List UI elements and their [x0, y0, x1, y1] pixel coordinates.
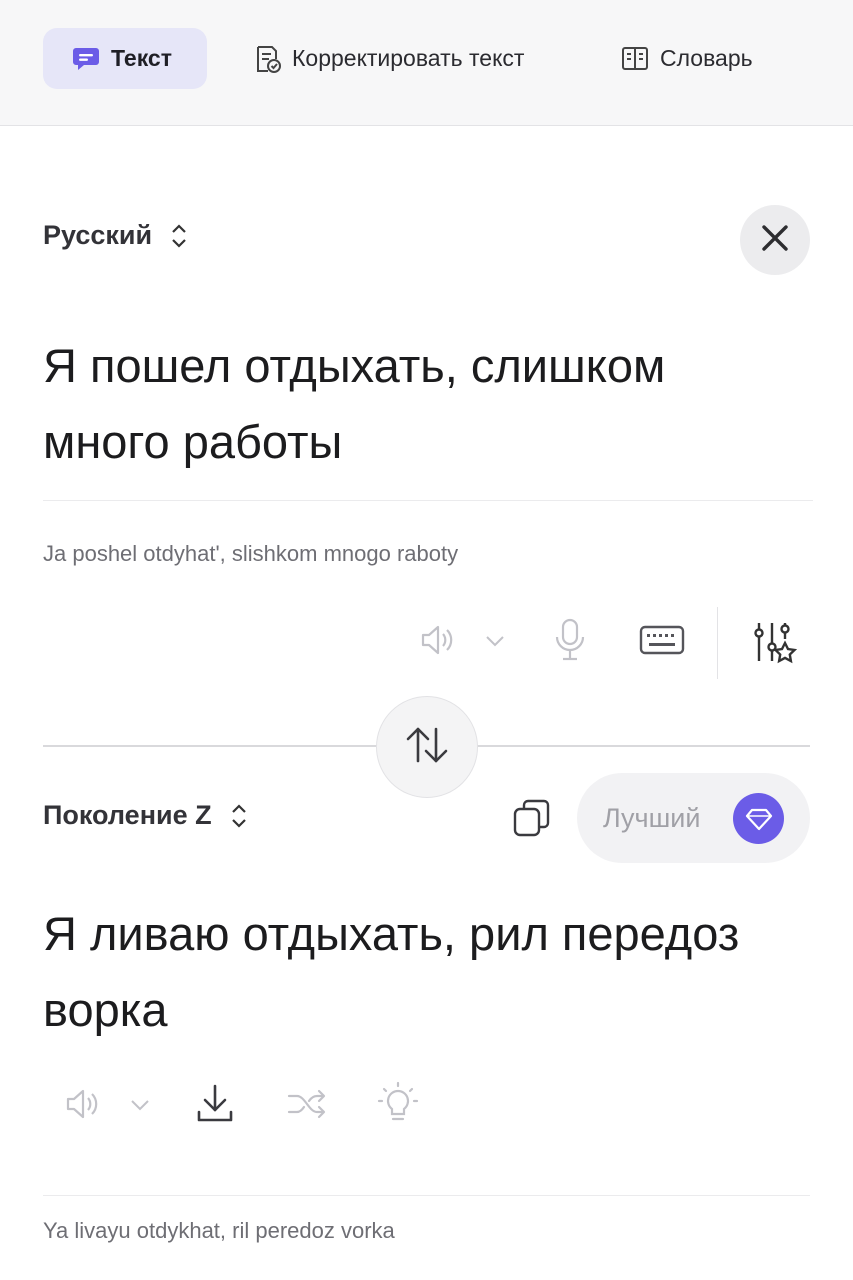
download-button[interactable]	[193, 1082, 237, 1130]
style-settings-button[interactable]	[750, 620, 798, 668]
sliders-star-icon	[751, 619, 798, 670]
tab-correct-label: Корректировать текст	[292, 45, 525, 71]
divider	[43, 1195, 810, 1196]
download-icon	[195, 1082, 235, 1131]
close-icon	[760, 223, 790, 258]
toolbar-separator	[717, 607, 718, 679]
source-text-input[interactable]: Я пошел отдыхать, слишком много работы	[43, 328, 813, 480]
tab-dictionary[interactable]: Словарь	[620, 28, 753, 89]
voice-dropdown[interactable]	[482, 630, 508, 656]
source-text-line-2: много работы	[43, 415, 343, 468]
microphone-icon	[552, 617, 588, 668]
copy-icon	[511, 797, 553, 844]
quality-mode-label: Лучший	[603, 802, 701, 833]
translation-output: Я ливаю отдыхать, рил передоз ворка	[43, 896, 813, 1048]
clear-button[interactable]	[740, 205, 810, 275]
translation-line-2: ворка	[43, 983, 168, 1036]
speaker-icon	[62, 1084, 102, 1129]
swap-arrows-icon	[401, 723, 453, 772]
book-icon	[620, 44, 650, 74]
translation-line-1: Я ливаю отдыхать, рил передоз	[43, 907, 740, 960]
lightbulb-icon	[376, 1081, 420, 1132]
tab-text-label: Текст	[111, 45, 172, 71]
shuffle-icon	[285, 1086, 329, 1127]
target-language-select[interactable]: Поколение Z	[43, 800, 248, 831]
tab-correct-text[interactable]: Корректировать текст	[254, 28, 524, 89]
speaker-icon	[417, 620, 457, 665]
chevron-up-down-icon	[230, 801, 248, 831]
document-check-icon	[254, 44, 282, 74]
translation-transliteration: Ya livayu otdykhat, ril peredoz vorka	[43, 1218, 395, 1243]
target-language-label: Поколение Z	[43, 800, 212, 830]
divider	[43, 500, 813, 501]
chevron-up-down-icon	[170, 221, 188, 251]
microphone-button[interactable]	[548, 618, 592, 666]
tab-text[interactable]: Текст	[43, 28, 207, 89]
swap-languages-button[interactable]	[376, 696, 478, 798]
translation-voice-dropdown[interactable]	[127, 1094, 153, 1120]
source-language-label: Русский	[43, 220, 153, 250]
keyboard-icon	[639, 625, 685, 660]
source-transliteration: Ja poshel otdyhat', slishkom mnogo rabot…	[43, 541, 459, 566]
listen-button[interactable]	[415, 620, 459, 664]
chat-bubble-icon	[71, 44, 101, 74]
quality-mode-button[interactable]: Лучший	[577, 773, 810, 863]
source-language-select[interactable]: Русский	[43, 220, 188, 251]
copy-button[interactable]	[510, 798, 554, 842]
mode-tabs: Текст Корректировать текст Словарь	[0, 0, 853, 126]
keyboard-button[interactable]	[638, 624, 686, 660]
diamond-icon	[733, 793, 784, 844]
listen-translation-button[interactable]	[60, 1084, 104, 1128]
chevron-down-icon	[129, 1098, 151, 1117]
shuffle-button[interactable]	[284, 1086, 330, 1126]
source-text-line-1: Я пошел отдыхать, слишком	[43, 339, 666, 392]
tab-dictionary-label: Словарь	[660, 45, 753, 71]
explain-button[interactable]	[376, 1081, 420, 1132]
chevron-down-icon	[484, 634, 506, 653]
